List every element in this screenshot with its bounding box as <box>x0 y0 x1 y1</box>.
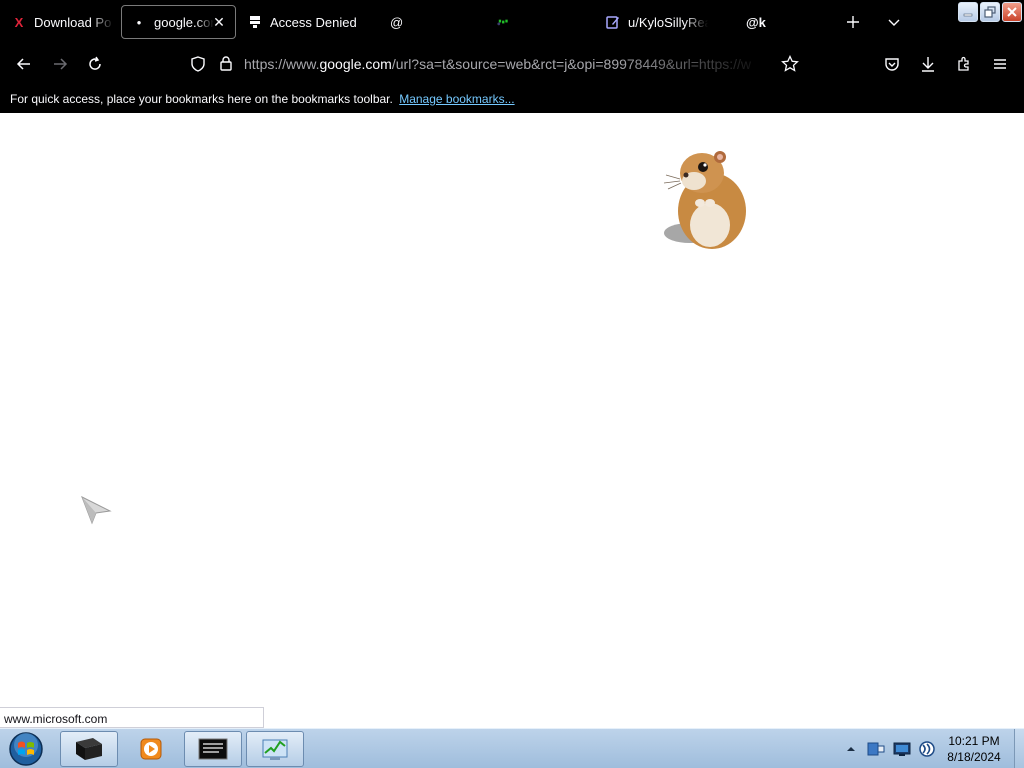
taskbar-clock[interactable]: 10:21 PM 8/18/2024 <box>938 733 1010 765</box>
tab-title: @k <box>746 14 766 30</box>
close-window-button[interactable] <box>1002 2 1022 22</box>
close-icon <box>1007 7 1017 17</box>
tab-title: google.con <box>154 14 214 30</box>
minimize-icon <box>963 13 973 17</box>
chevron-down-icon <box>888 19 900 26</box>
close-tab-icon[interactable]: ✕ <box>211 14 227 30</box>
x-logo-icon: X <box>14 14 24 30</box>
tab-at-k[interactable]: @k <box>736 5 826 39</box>
network-tray-icon[interactable] <box>890 740 914 758</box>
network-icon <box>248 15 262 29</box>
mouse-cursor-icon <box>81 495 112 525</box>
back-button[interactable] <box>10 50 38 78</box>
status-url: www.microsoft.com <box>0 707 264 728</box>
tab-title: Download Po <box>34 14 112 30</box>
start-button[interactable] <box>6 731 46 767</box>
dot-icon: ● <box>136 17 142 27</box>
menu-button[interactable] <box>986 50 1014 78</box>
show-desktop-button[interactable] <box>1014 729 1024 768</box>
pocket-button[interactable] <box>878 50 906 78</box>
list-all-tabs-button[interactable] <box>880 8 908 36</box>
pocket-icon <box>885 58 899 71</box>
shield-icon[interactable] <box>190 56 206 77</box>
activity-monitor-icon <box>262 739 288 760</box>
bookmark-star-icon[interactable] <box>781 54 799 78</box>
taskbar-item-command-prompt[interactable] <box>184 731 242 767</box>
system-tray <box>844 729 938 768</box>
tab-strip: X Download Po ● google.con ✕ Access Deni… <box>0 0 1024 44</box>
action-center-icon[interactable] <box>864 740 888 758</box>
url-prefix: https://www. <box>244 56 320 72</box>
forward-button[interactable] <box>46 50 74 78</box>
new-tab-button[interactable] <box>839 8 867 36</box>
pen-icon <box>606 15 620 29</box>
tab-reddit[interactable]: u/KyloSillyRea <box>596 5 730 39</box>
tab-at[interactable]: @ <box>380 5 480 39</box>
reload-icon <box>89 56 101 70</box>
download-icon <box>922 57 934 72</box>
tray-chevron-up-icon[interactable] <box>844 742 858 756</box>
hamburger-icon <box>994 59 1006 69</box>
puzzle-icon <box>958 56 969 71</box>
tab-access-denied[interactable]: Access Denied <box>238 5 378 39</box>
bookmarks-toolbar: For quick access, place your bookmarks h… <box>0 84 1024 113</box>
tab-title: Access Denied <box>270 14 357 30</box>
tab-title: @ <box>390 14 404 30</box>
plus-icon <box>847 16 859 28</box>
taskbar-item-monitor[interactable] <box>246 731 304 767</box>
address-bar[interactable]: https://www.google.com/url?sa=t&source=w… <box>180 48 810 80</box>
arrow-right-icon <box>54 58 68 70</box>
restore-button[interactable] <box>980 2 1000 22</box>
black-box-icon <box>76 738 102 760</box>
navigation-toolbar: https://www.google.com/url?sa=t&source=w… <box>0 44 1024 84</box>
restore-icon <box>984 6 996 18</box>
console-icon <box>198 738 228 760</box>
tab-title: u/KyloSillyRea <box>628 14 708 30</box>
tab-green[interactable] <box>486 5 596 39</box>
volume-icon[interactable] <box>916 740 938 758</box>
green-logo-icon <box>496 15 510 29</box>
clock-time: 10:21 PM <box>948 734 1000 748</box>
window-controls <box>958 2 1022 22</box>
url-text[interactable]: https://www.google.com/url?sa=t&source=w… <box>244 56 771 72</box>
extensions-button[interactable] <box>950 50 978 78</box>
reload-button[interactable] <box>81 50 109 78</box>
tab-google[interactable]: ● google.con ✕ <box>121 5 236 39</box>
page-content <box>0 113 1024 728</box>
clock-date: 8/18/2024 <box>947 750 1001 764</box>
manage-bookmarks-link[interactable]: Manage bookmarks... <box>399 92 514 106</box>
hamster-image <box>663 151 746 249</box>
taskbar: 10:21 PM 8/18/2024 <box>0 728 1024 768</box>
arrow-left-icon <box>16 58 30 70</box>
url-path: /url?sa=t&source=web&rct=j&opi=89978449&… <box>391 56 752 72</box>
media-player-icon <box>140 738 162 760</box>
bookmarks-message: For quick access, place your bookmarks h… <box>10 92 393 106</box>
lock-icon[interactable] <box>218 55 234 76</box>
tab-download[interactable]: X Download Po <box>2 5 116 39</box>
url-host: google.com <box>319 56 392 72</box>
taskbar-item-media-player[interactable] <box>122 731 180 767</box>
minimize-button[interactable] <box>958 2 978 22</box>
taskbar-item-terminal[interactable] <box>60 731 118 767</box>
downloads-button[interactable] <box>914 50 942 78</box>
